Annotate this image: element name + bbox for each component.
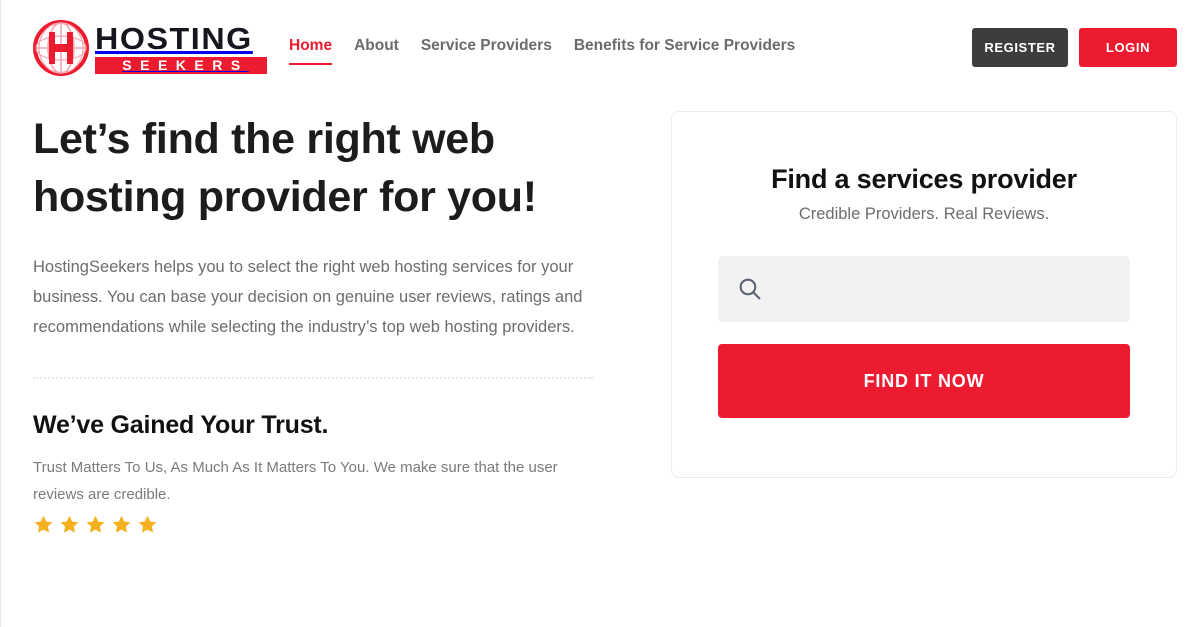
trust-description: Trust Matters To Us, As Much As It Matte… (33, 459, 558, 503)
globe-logo-icon (33, 19, 89, 76)
finder-subtitle: Credible Providers. Real Reviews. (798, 205, 1050, 223)
search-field-wrapper (718, 256, 1130, 322)
provider-finder-card: Find a services provider Credible Provid… (671, 111, 1177, 478)
hero-section: Let’s find the right web hosting provide… (33, 110, 593, 535)
star-icon (34, 515, 53, 533)
login-button[interactable]: LOGIN (1079, 28, 1177, 67)
trust-heading: We’ve Gained Your Trust. (33, 411, 329, 439)
site-header: HOSTING SEEKERS Home About Service Provi… (1, 0, 1200, 95)
nav-item-home[interactable]: Home (289, 38, 333, 65)
hero-description: HostingSeekers helps you to select the r… (33, 258, 583, 336)
star-rating (33, 514, 593, 535)
star-icon (112, 515, 131, 533)
nav-item-benefits-for-service-providers[interactable]: Benefits for Service Providers (574, 38, 795, 57)
logo-hosting-text: HOSTING (95, 20, 253, 56)
site-logo[interactable]: HOSTING SEEKERS (33, 17, 267, 79)
find-it-now-button[interactable]: FIND IT NOW (718, 344, 1130, 418)
header-actions: REGISTER LOGIN (972, 28, 1177, 67)
logo-seekers-text: SEEKERS (95, 56, 267, 74)
register-button[interactable]: REGISTER (972, 28, 1068, 67)
logo-wordmark: HOSTING SEEKERS (95, 23, 267, 74)
search-input[interactable] (718, 256, 1130, 322)
page-title: Let’s find the right web hosting provide… (33, 115, 537, 221)
star-icon (60, 515, 79, 533)
section-divider (33, 377, 593, 379)
star-icon (138, 515, 157, 533)
page-root: HOSTING SEEKERS Home About Service Provi… (0, 0, 1200, 627)
star-icon (86, 515, 105, 533)
main-nav: Home About Service Providers Benefits fo… (289, 28, 795, 68)
nav-item-service-providers[interactable]: Service Providers (421, 38, 552, 57)
finder-title: Find a services provider (771, 164, 1077, 194)
nav-item-about[interactable]: About (354, 38, 399, 57)
